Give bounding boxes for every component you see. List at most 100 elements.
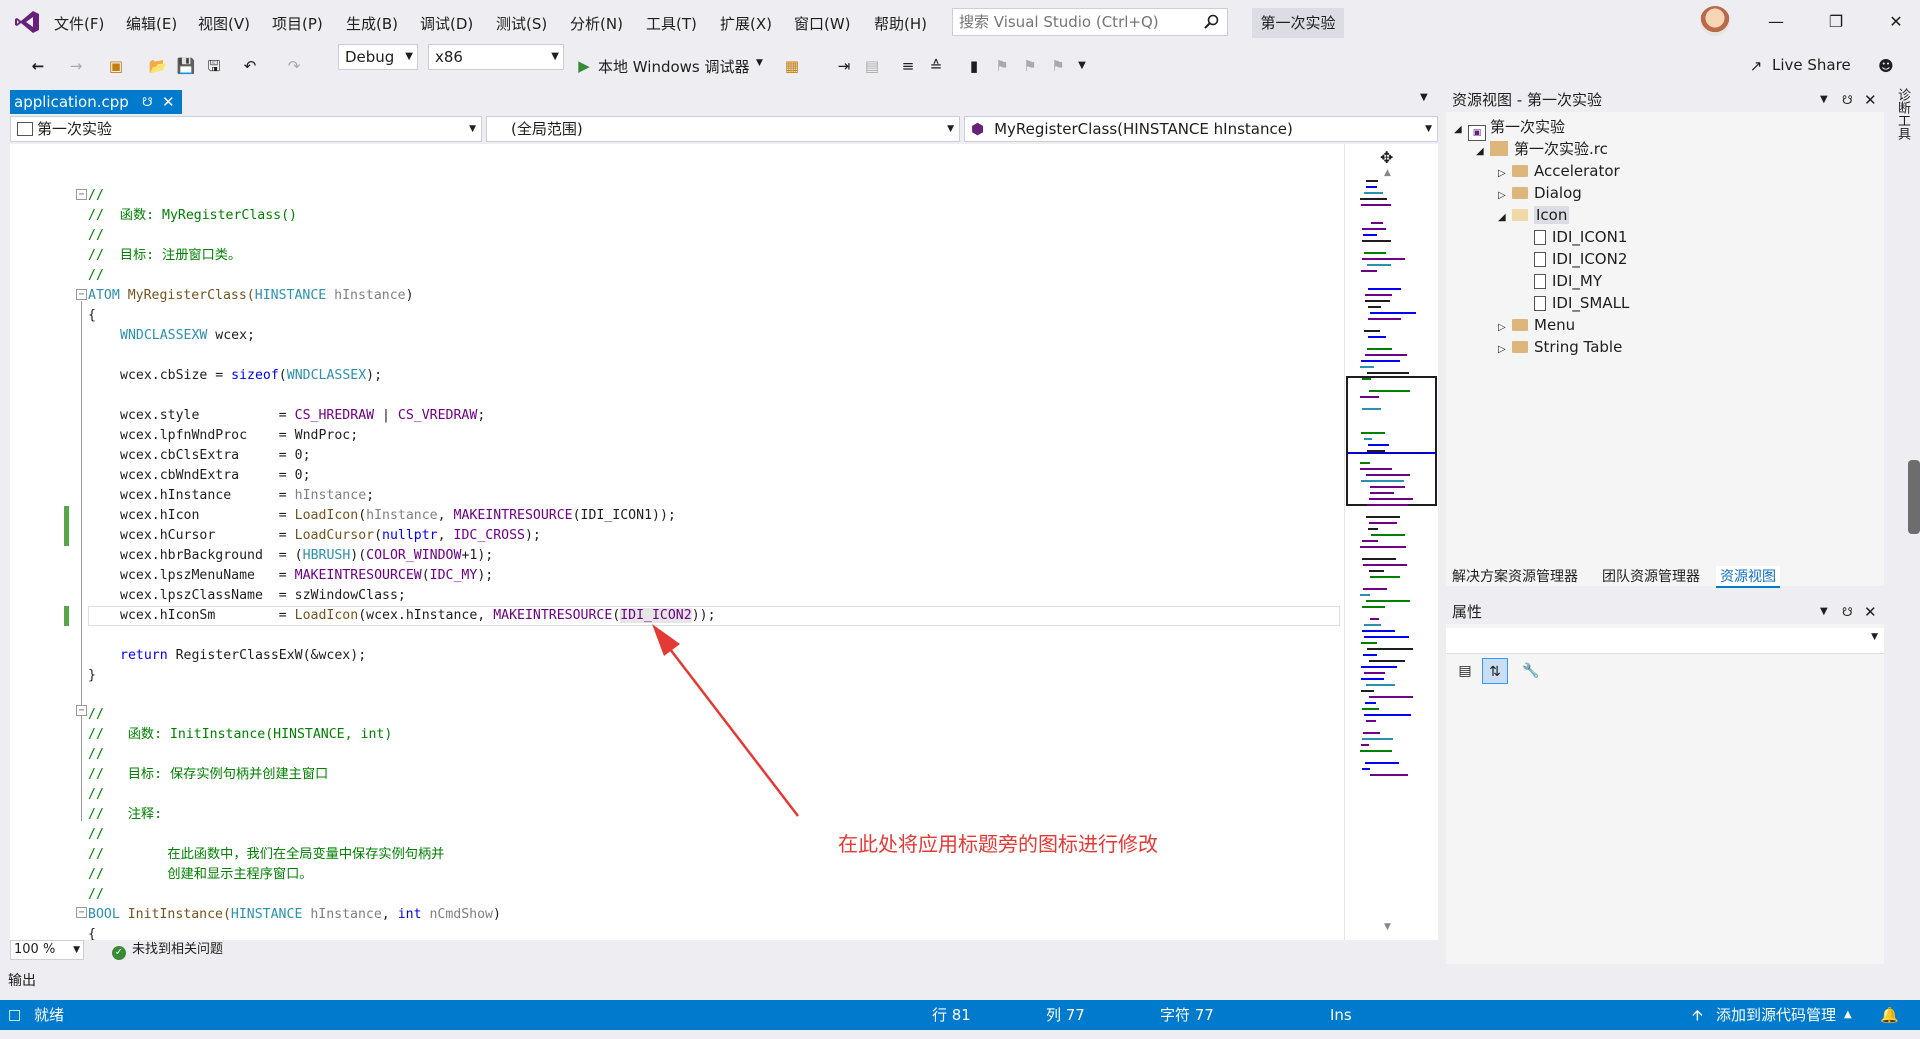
close-tab-icon[interactable]: ✕ — [162, 90, 175, 114]
chevron-up-icon[interactable]: ▲ — [1844, 1000, 1852, 1030]
status-column[interactable]: 列 77 — [1046, 1000, 1085, 1030]
split-editor-icon[interactable]: ✥ — [1380, 148, 1393, 167]
tab-solution-explorer[interactable]: 解决方案资源管理器 — [1452, 566, 1578, 588]
menu-extensions[interactable]: 扩展(X) — [720, 13, 772, 34]
tree-item-idi-icon2[interactable]: IDI_ICON2 — [1534, 248, 1627, 270]
pin-icon[interactable]: ☋ — [1842, 88, 1853, 112]
step-icon[interactable]: ⇥ — [834, 56, 854, 76]
tab-resource-view[interactable]: 资源视图 — [1716, 566, 1780, 588]
chevron-down-icon[interactable]: ▼ — [756, 58, 763, 68]
start-debugger-button[interactable]: 本地 Windows 调试器 — [598, 56, 750, 77]
categorized-icon[interactable]: ▤ — [1452, 658, 1478, 684]
clear-bookmarks-icon[interactable]: ⚑ — [1048, 56, 1068, 76]
menu-edit[interactable]: 编辑(E) — [126, 13, 177, 34]
tab-team-explorer[interactable]: 团队资源管理器 — [1602, 566, 1700, 588]
tree-item-project[interactable]: ◢ ▣ 第一次实验 — [1454, 116, 1565, 141]
avatar[interactable] — [1700, 6, 1730, 36]
pin-icon[interactable]: ☋ — [142, 90, 153, 114]
chevron-down-icon[interactable]: ▼ — [1820, 88, 1828, 112]
notifications-bell-icon[interactable]: 🔔 — [1880, 1000, 1899, 1030]
platform-select[interactable]: x86 ▼ — [428, 44, 564, 70]
notification-icon[interactable]: □ — [8, 1000, 21, 1030]
tab-application-cpp[interactable]: application.cpp ☋ ✕ — [10, 90, 182, 114]
zoom-select[interactable]: 100 % ▼ — [10, 940, 84, 960]
prev-bookmark-icon[interactable]: ⚑ — [992, 56, 1012, 76]
pin-icon[interactable]: ☋ — [1842, 600, 1853, 624]
tab-list-dropdown-icon[interactable]: ▼ — [1420, 92, 1428, 103]
uncomment-lines-icon[interactable]: ≙ — [926, 56, 946, 76]
save-icon[interactable]: 💾 — [176, 56, 196, 76]
properties-object-select[interactable]: ▼ — [1446, 628, 1884, 654]
hex-icon[interactable]: ▤ — [862, 56, 882, 76]
side-scroll-thumb[interactable] — [1908, 460, 1920, 534]
save-all-icon[interactable]: 🖫 — [204, 56, 224, 76]
close-icon[interactable]: ✕ — [1876, 8, 1916, 36]
browser-link-icon[interactable]: ▦ — [782, 56, 802, 76]
undo-icon[interactable]: ↶ — [240, 56, 260, 76]
alphabetical-icon[interactable]: ⇅ — [1482, 658, 1508, 684]
tree-item-idi-small[interactable]: IDI_SMALL — [1534, 292, 1629, 314]
visual-studio-logo-icon[interactable] — [14, 10, 40, 34]
scope-nav-combo[interactable]: (全局范围) ▼ — [486, 116, 960, 142]
scroll-down-icon[interactable]: ▼ — [1384, 922, 1391, 932]
menu-debug[interactable]: 调试(D) — [420, 13, 473, 34]
live-share-button[interactable]: Live Share — [1772, 56, 1851, 74]
expanded-arrow-icon[interactable]: ◢ — [1476, 141, 1490, 163]
collapse-icon[interactable]: − — [76, 907, 87, 918]
diagnostic-tools-tab[interactable]: 诊断工具 — [1890, 88, 1912, 168]
open-file-icon[interactable]: 📂 — [148, 56, 168, 76]
add-to-source-control-button[interactable]: 添加到源代码管理 — [1716, 1000, 1836, 1030]
comment-lines-icon[interactable]: ≡ — [898, 56, 918, 76]
toolbar-options-icon[interactable]: ▼ — [1072, 56, 1092, 76]
collapse-icon[interactable]: − — [76, 289, 87, 300]
property-pages-icon[interactable]: 🔧 — [1518, 658, 1544, 684]
tree-item-accelerator[interactable]: ▷ Accelerator — [1498, 160, 1620, 182]
status-line[interactable]: 行 81 — [932, 1000, 971, 1030]
menu-help[interactable]: 帮助(H) — [874, 13, 927, 34]
search-icon[interactable] — [1203, 14, 1219, 30]
collapse-icon[interactable]: − — [76, 705, 87, 716]
minimize-icon[interactable]: — — [1756, 8, 1796, 36]
upload-icon[interactable]: 🡩 — [1692, 1000, 1703, 1030]
expanded-arrow-icon[interactable]: ◢ — [1498, 207, 1512, 229]
menu-test[interactable]: 测试(S) — [496, 13, 547, 34]
menu-window[interactable]: 窗口(W) — [794, 13, 851, 34]
menu-analyze[interactable]: 分析(N) — [570, 13, 623, 34]
menu-view[interactable]: 视图(V) — [198, 13, 250, 34]
tree-item-string-table[interactable]: ▷ String Table — [1498, 336, 1622, 358]
redo-icon[interactable]: ↷ — [284, 56, 304, 76]
issues-indicator[interactable]: ✓ 未找到相关问题 — [112, 942, 223, 960]
tree-item-idi-my[interactable]: IDI_MY — [1534, 270, 1602, 292]
feedback-icon[interactable]: ☻ — [1876, 56, 1896, 76]
chevron-down-icon[interactable]: ▼ — [1820, 600, 1828, 624]
back-icon[interactable]: ← — [28, 56, 48, 76]
menu-build[interactable]: 生成(B) — [346, 13, 398, 34]
project-nav-combo[interactable]: 第一次实验 ▼ — [10, 116, 482, 142]
tree-item-rc-file[interactable]: ◢ 第一次实验.rc — [1476, 138, 1608, 160]
output-tab[interactable]: 输出 — [8, 970, 36, 990]
start-debug-icon[interactable]: ▶ — [574, 56, 594, 76]
new-project-icon[interactable]: ▣ — [106, 56, 126, 76]
tree-item-dialog[interactable]: ▷ Dialog — [1498, 182, 1582, 204]
tree-item-idi-icon1[interactable]: IDI_ICON1 — [1534, 226, 1627, 248]
live-share-icon[interactable]: ↗ — [1746, 56, 1766, 76]
restore-icon[interactable]: ❐ — [1816, 8, 1856, 36]
forward-icon[interactable]: → — [66, 56, 86, 76]
bookmark-icon[interactable]: ▮ — [964, 56, 984, 76]
menu-project[interactable]: 项目(P) — [272, 13, 323, 34]
next-bookmark-icon[interactable]: ⚑ — [1020, 56, 1040, 76]
status-insert-mode[interactable]: Ins — [1330, 1000, 1352, 1030]
search-box[interactable] — [952, 8, 1228, 36]
scroll-up-icon[interactable]: ▲ — [1384, 168, 1391, 178]
collapse-icon[interactable]: − — [76, 189, 87, 200]
config-select[interactable]: Debug ▼ — [338, 44, 418, 70]
expanded-arrow-icon[interactable]: ◢ — [1454, 119, 1468, 141]
tree-item-menu[interactable]: ▷ Menu — [1498, 314, 1575, 336]
status-char[interactable]: 字符 77 — [1160, 1000, 1214, 1030]
collapsed-arrow-icon[interactable]: ▷ — [1498, 339, 1512, 361]
tree-item-icon[interactable]: ◢ Icon — [1498, 204, 1570, 229]
close-icon[interactable]: ✕ — [1864, 600, 1877, 624]
close-icon[interactable]: ✕ — [1864, 88, 1877, 112]
menu-file[interactable]: 文件(F) — [54, 13, 104, 34]
menu-tools[interactable]: 工具(T) — [646, 13, 697, 34]
